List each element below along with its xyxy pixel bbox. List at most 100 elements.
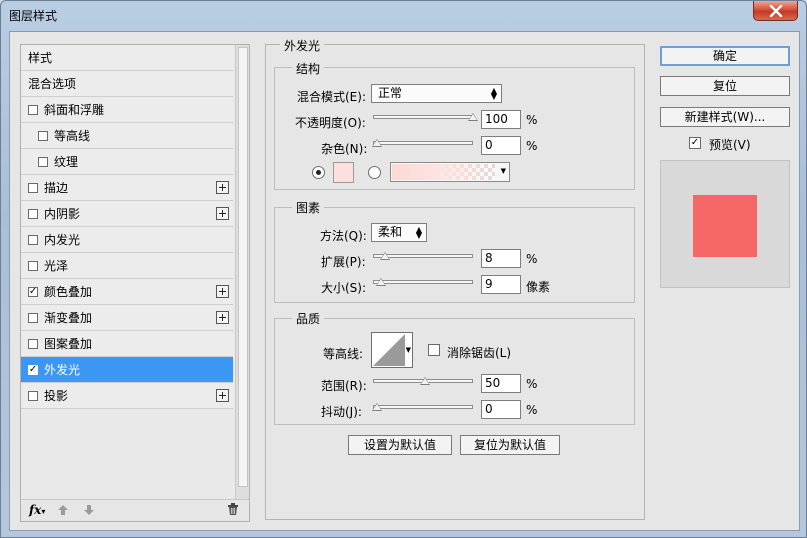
technique-label: 方法(Q): [320,229,367,243]
fx-button[interactable]: fx▾ [29,503,45,517]
opacity-slider-thumb[interactable] [468,113,478,121]
new-style-button[interactable]: 新建样式(W)... [660,107,790,127]
add-effect-button[interactable] [216,285,229,298]
jitter-slider[interactable] [373,405,473,409]
effect-checkbox[interactable] [38,156,48,167]
add-effect-button[interactable] [216,207,229,220]
structure-title: 结构 [292,60,325,77]
ok-button[interactable]: 确定 [660,46,790,66]
noise-input[interactable]: 0 [481,136,521,155]
style-list-item[interactable]: 斜面和浮雕 [21,97,233,123]
effect-checkbox[interactable] [28,234,38,245]
style-list-item[interactable]: 混合选项 [21,71,233,97]
solid-color-radio[interactable] [312,166,325,179]
opacity-unit: % [526,113,538,127]
style-list-item[interactable]: 描边 [21,175,233,201]
size-input[interactable]: 9 [481,275,521,294]
add-effect-button[interactable] [216,181,229,194]
delete-effect-button[interactable] [227,503,239,519]
effect-checkbox[interactable]: ✓ [28,364,38,375]
size-slider[interactable] [373,280,473,284]
spread-unit: % [526,252,538,266]
preview-label: 预览(V) [709,138,751,152]
elements-title: 图素 [292,199,325,216]
contour-picker[interactable]: ▼ [371,332,413,368]
trash-icon [228,503,238,515]
make-default-button[interactable]: 设置为默认值 [348,435,452,455]
noise-slider-thumb[interactable] [372,139,382,147]
style-list-item[interactable]: 渐变叠加 [21,305,233,331]
style-list-item-label: 等高线 [54,129,91,143]
style-list-item[interactable]: 样式 [21,45,233,71]
size-label: 大小(S): [321,281,367,295]
style-list-toolbar: fx▾ [21,499,249,521]
style-list-item[interactable]: 光泽 [21,253,233,279]
contour-label: 等高线: [323,347,364,361]
title-bar[interactable]: 图层样式 [1,1,806,31]
opacity-slider[interactable] [373,115,473,119]
style-list-item-label: 颜色叠加 [44,285,93,299]
style-list-item-label: 投影 [44,389,69,403]
blend-mode-label: 混合模式(E): [297,90,366,104]
style-list-item[interactable]: 内发光 [21,227,233,253]
glow-color-swatch[interactable] [333,162,354,183]
scrollbar-thumb[interactable] [238,47,248,487]
add-effect-button[interactable] [216,389,229,402]
size-slider-thumb[interactable] [375,278,386,286]
contour-linear-icon [373,334,405,366]
effect-checkbox[interactable] [38,130,48,141]
effect-checkbox[interactable] [28,312,38,323]
style-list-item-label: 图案叠加 [44,337,93,351]
effect-checkbox[interactable] [28,104,38,115]
gradient-radio[interactable] [368,166,381,179]
jitter-slider-thumb[interactable] [372,403,382,411]
style-list-item[interactable]: 投影 [21,383,233,409]
gradient-picker[interactable]: ▼ [390,162,510,182]
effect-checkbox[interactable] [28,182,38,193]
effect-checkbox[interactable] [28,208,38,219]
technique-select[interactable]: 柔和 ▲ ▼ [371,223,427,242]
noise-unit: % [526,139,538,153]
reset-button[interactable]: 复位 [660,76,790,96]
effect-checkbox[interactable] [28,338,38,349]
spread-slider-thumb[interactable] [379,252,390,260]
effect-checkbox[interactable]: ✓ [28,285,38,297]
effect-checkbox[interactable] [28,390,38,401]
check-icon: ✓ [28,285,38,297]
style-list-scrollbar[interactable] [235,45,249,499]
arrow-down-icon [84,505,94,515]
range-slider-thumb[interactable] [420,377,430,385]
move-down-button[interactable] [83,504,95,519]
spread-label: 扩展(P): [321,255,366,269]
antialias-checkbox[interactable] [428,344,440,356]
dialog-client: 样式混合选项 斜面和浮雕等高线纹理描边内阴影 内发光 光泽 ✓ 颜色叠加渐变叠加图案叠加 ✓… [9,31,800,531]
preview-swatch [693,195,757,257]
effect-checkbox[interactable] [28,260,38,271]
spread-input[interactable]: 8 [481,249,521,268]
close-button[interactable] [753,1,798,21]
jitter-input[interactable]: 0 [481,400,521,419]
style-list-item[interactable]: ✓ 颜色叠加 [21,279,233,305]
updown-arrow-icon: ▲ ▼ [415,225,422,240]
noise-slider[interactable] [373,141,473,145]
style-list-item[interactable]: 图案叠加 [21,331,233,357]
fx-label: fx [29,503,42,517]
range-input[interactable]: 50 [481,374,521,393]
preview-checkbox[interactable]: ✓ [689,137,701,149]
move-up-button[interactable] [57,504,69,519]
style-list-item[interactable]: 等高线 [21,123,233,149]
layer-style-dialog: 图层样式 样式混合选项 斜面和浮雕等高线纹理描边内阴影 内发光 光泽 ✓ 颜色叠加渐变叠加… [0,0,807,538]
reset-default-button[interactable]: 复位为默认值 [460,435,560,455]
add-effect-button[interactable] [216,311,229,324]
blend-mode-select[interactable]: 正常 ▲ ▼ [371,84,502,103]
style-list-item-label: 样式 [28,51,53,65]
blend-mode-value: 正常 [378,86,403,100]
style-list-item-label: 描边 [44,181,69,195]
style-list-item[interactable]: 内阴影 [21,201,233,227]
opacity-input[interactable]: 100 [481,110,521,129]
outer-glow-title: 外发光 [280,37,325,54]
noise-label: 杂色(N): [321,142,368,156]
style-list-item[interactable]: ✓ 外发光 [21,357,233,383]
style-list-item[interactable]: 纹理 [21,149,233,175]
preview-area [660,160,790,288]
